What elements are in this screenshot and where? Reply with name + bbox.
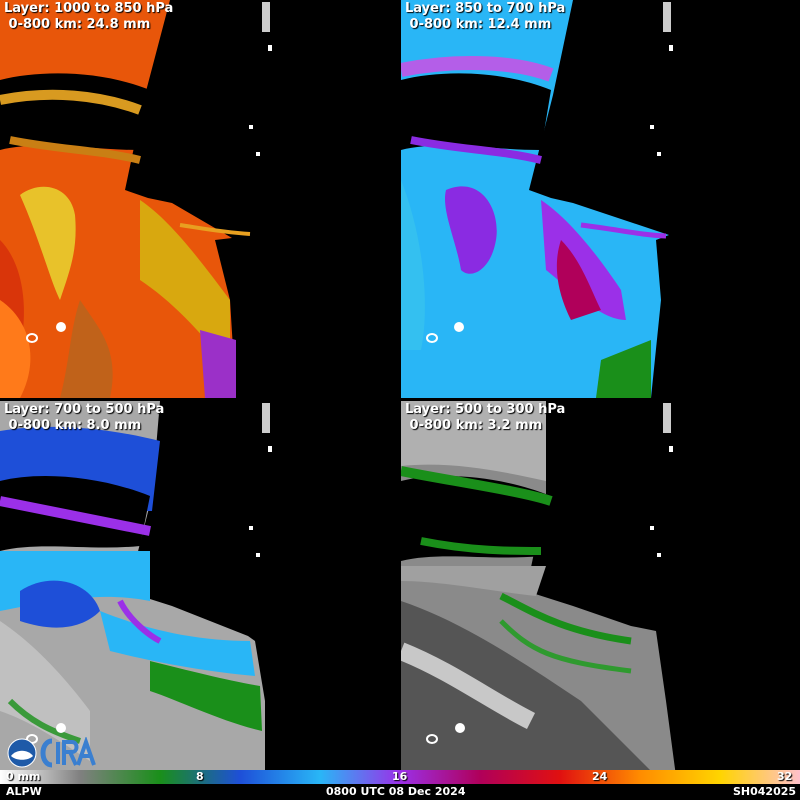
valid-time: 0800 UTC 08 Dec 2024	[326, 785, 466, 798]
colorbar-tick-8: 8	[196, 770, 204, 783]
layer-label: Layer: 700 to 500 hPa	[4, 402, 165, 417]
product-id: SH042025	[733, 785, 797, 798]
colorbar-tick-16: 16	[392, 770, 408, 783]
layer-stat: 0-800 km: 12.4 mm	[405, 17, 552, 32]
layer-label: Layer: 500 to 300 hPa	[405, 402, 566, 417]
layer-label: Layer: 850 to 700 hPa	[405, 1, 566, 16]
layer-stat: 0-800 km: 24.8 mm	[4, 17, 151, 32]
map-image-500-300	[401, 401, 679, 799]
colorbar-tick-0: 0 mm	[6, 770, 41, 783]
colorbar-tick-24: 24	[592, 770, 608, 783]
map-panel-1000-850: Layer: 1000 to 850 hPa 0-800 km: 24.8 mm	[0, 0, 398, 398]
alpw-figure: Layer: 1000 to 850 hPa 0-800 km: 24.8 mm…	[0, 0, 800, 800]
footer-bar: ALPW 0800 UTC 08 Dec 2024 SH042025	[0, 784, 800, 800]
product-name: ALPW	[6, 785, 42, 798]
noaa-logo-icon	[7, 735, 96, 768]
map-panel-500-300: Layer: 500 to 300 hPa 0-800 km: 3.2 mm	[401, 401, 799, 799]
colorbar: 0 mm 8 16 24 32	[0, 770, 800, 784]
layer-stat: 0-800 km: 3.2 mm	[405, 418, 543, 433]
map-image-850-700	[401, 0, 673, 398]
cira-logo	[6, 735, 98, 769]
layer-stat: 0-800 km: 8.0 mm	[4, 418, 142, 433]
layer-label: Layer: 1000 to 850 hPa	[4, 1, 174, 16]
colorbar-tick-32: 32	[777, 770, 793, 783]
map-panel-850-700: Layer: 850 to 700 hPa 0-800 km: 12.4 mm	[401, 0, 799, 398]
map-image-1000-850	[0, 0, 272, 398]
